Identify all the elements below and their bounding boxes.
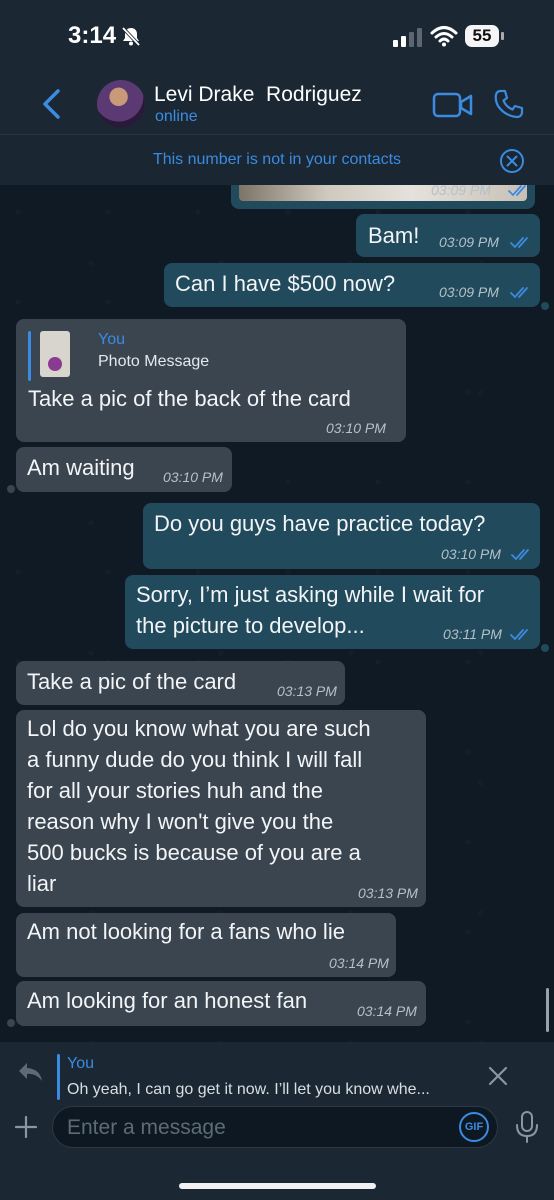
bubble-tail bbox=[7, 485, 15, 493]
message-input-box[interactable]: GIF bbox=[52, 1106, 498, 1148]
video-call-icon[interactable] bbox=[432, 90, 474, 120]
outgoing-message[interactable]: Can I have $500 now? 03:09 PM bbox=[164, 263, 540, 307]
photo-message[interactable]: 03:09 PM bbox=[231, 185, 535, 209]
message-text: Am waiting bbox=[27, 455, 135, 480]
quote-author: You bbox=[98, 331, 125, 348]
reply-author: You bbox=[67, 1055, 94, 1072]
microphone-icon[interactable] bbox=[514, 1110, 540, 1144]
message-line: reason why I won't give you the bbox=[27, 809, 334, 834]
incoming-message[interactable]: Take a pic of the card 03:13 PM bbox=[16, 661, 345, 705]
outgoing-message[interactable]: Do you guys have practice today? 03:10 P… bbox=[143, 503, 540, 569]
battery-tip bbox=[501, 32, 504, 40]
message-line: a funny dude do you think I will fall bbox=[27, 747, 363, 772]
incoming-message[interactable]: Am waiting 03:10 PM bbox=[16, 447, 232, 492]
message-line: Lol do you know what you are such bbox=[27, 716, 371, 741]
incoming-message[interactable]: Am looking for an honest fan 03:14 PM bbox=[16, 981, 426, 1026]
quoted-message[interactable]: You Photo Message bbox=[28, 331, 398, 381]
message-text: Can I have $500 now? bbox=[175, 271, 396, 296]
outgoing-message[interactable]: Sorry, I’m just asking while I wait for … bbox=[125, 575, 540, 649]
read-receipt-icon bbox=[510, 629, 528, 641]
message-time: 03:14 PM bbox=[357, 1003, 417, 1019]
read-receipt-icon bbox=[511, 549, 529, 561]
message-line: for all your stories huh and the bbox=[27, 778, 323, 803]
banner-text: This number is not in your contacts bbox=[152, 151, 402, 168]
reply-bar bbox=[57, 1054, 60, 1100]
message-text: Bam! bbox=[368, 223, 420, 248]
bubble-tail bbox=[541, 644, 549, 652]
quote-bar bbox=[28, 331, 31, 381]
scroll-indicator[interactable] bbox=[546, 988, 549, 1032]
message-time: 03:14 PM bbox=[329, 955, 389, 971]
gif-button[interactable]: GIF bbox=[459, 1112, 489, 1142]
contact-status: online bbox=[155, 108, 198, 125]
message-line: Sorry, I’m just asking while I wait for bbox=[136, 582, 485, 607]
quote-text: Photo Message bbox=[98, 353, 210, 370]
message-time: 03:10 PM bbox=[441, 546, 501, 562]
quote-thumbnail bbox=[40, 331, 70, 377]
read-receipt-icon bbox=[508, 185, 526, 197]
status-bar: 3:14 55 bbox=[0, 0, 554, 74]
message-text: Am not looking for a fans who lie bbox=[27, 919, 345, 944]
home-indicator[interactable] bbox=[179, 1183, 376, 1189]
wifi-icon bbox=[430, 26, 458, 47]
message-time: 03:10 PM bbox=[326, 420, 386, 436]
incoming-message[interactable]: Lol do you know what you are such a funn… bbox=[16, 710, 426, 907]
outgoing-message[interactable]: Bam! 03:09 PM bbox=[356, 214, 540, 257]
message-time: 03:13 PM bbox=[277, 683, 337, 699]
read-receipt-icon bbox=[510, 287, 528, 299]
message-time: 03:11 PM bbox=[443, 626, 502, 642]
close-circle-icon[interactable] bbox=[499, 148, 525, 174]
message-time: 03:13 PM bbox=[358, 885, 418, 901]
message-text: Do you guys have practice today? bbox=[154, 511, 486, 536]
message-input[interactable] bbox=[65, 1113, 449, 1143]
bubble-tail bbox=[541, 302, 549, 310]
incoming-message[interactable]: Am not looking for a fans who lie 03:14 … bbox=[16, 913, 396, 977]
status-time: 3:14 bbox=[68, 22, 117, 49]
message-line: 500 bucks is because of you are a bbox=[27, 840, 361, 865]
message-line: liar bbox=[27, 871, 57, 896]
message-line: the picture to develop... bbox=[136, 613, 365, 638]
message-time: 03:09 PM bbox=[431, 185, 491, 198]
avatar[interactable] bbox=[97, 80, 145, 128]
incoming-message[interactable]: You Photo Message Take a pic of the back… bbox=[16, 319, 406, 442]
plus-icon[interactable] bbox=[13, 1114, 39, 1140]
message-text: Am looking for an honest fan bbox=[27, 988, 308, 1013]
battery-level: 55 bbox=[465, 25, 499, 47]
reply-preview-text: Oh yeah, I can go get it now. I’ll let y… bbox=[67, 1081, 430, 1098]
phone-call-icon[interactable] bbox=[493, 88, 525, 120]
bubble-tail bbox=[7, 1019, 15, 1027]
message-list[interactable]: 03:09 PM Bam! 03:09 PM Can I have $500 n… bbox=[0, 185, 554, 1042]
signal-icon bbox=[393, 28, 422, 47]
unknown-contact-banner: This number is not in your contacts bbox=[0, 134, 554, 186]
reply-arrow-icon bbox=[19, 1063, 42, 1081]
bell-muted-icon bbox=[121, 26, 141, 47]
composer: You Oh yeah, I can go get it now. I’ll l… bbox=[0, 1042, 554, 1200]
contact-name[interactable]: Levi Drake Rodriguez bbox=[154, 83, 362, 107]
close-icon[interactable] bbox=[486, 1064, 510, 1088]
message-text: Take a pic of the card bbox=[27, 669, 237, 694]
read-receipt-icon bbox=[510, 237, 528, 249]
message-time: 03:09 PM bbox=[439, 284, 499, 300]
battery-icon: 55 bbox=[465, 25, 505, 47]
message-time: 03:10 PM bbox=[163, 469, 223, 485]
message-time: 03:09 PM bbox=[439, 234, 499, 250]
back-arrow-icon[interactable] bbox=[40, 88, 64, 120]
message-text: Take a pic of the back of the card bbox=[28, 386, 351, 411]
chat-header: Levi Drake Rodriguez online bbox=[0, 74, 554, 134]
